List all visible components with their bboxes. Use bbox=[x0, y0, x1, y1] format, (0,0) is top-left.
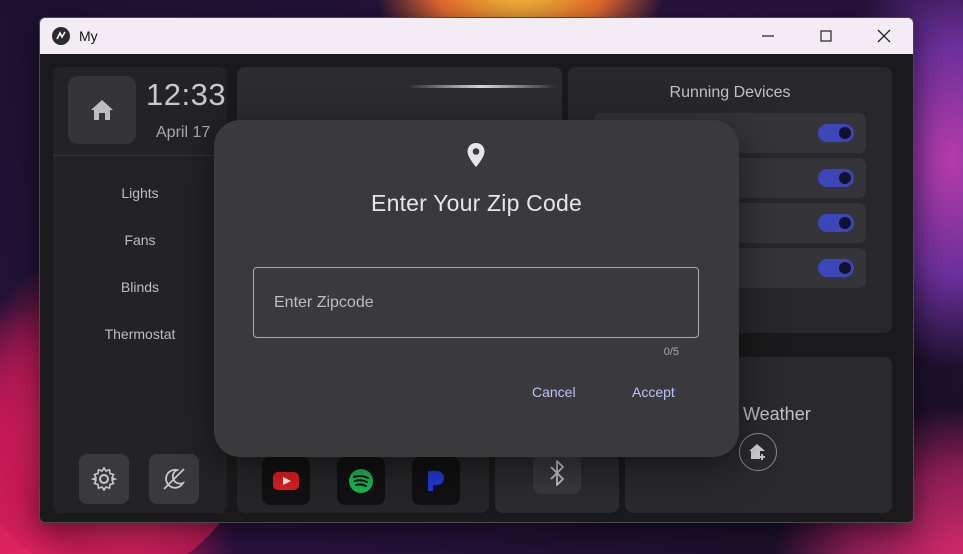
dialog-title: Enter Your Zip Code bbox=[371, 190, 582, 216]
close-icon bbox=[877, 29, 891, 43]
maximize-icon bbox=[820, 30, 832, 42]
accept-button[interactable]: Accept bbox=[632, 384, 675, 400]
zip-code-input[interactable] bbox=[253, 267, 699, 338]
window-title: My bbox=[79, 28, 98, 44]
maximize-button[interactable] bbox=[797, 18, 855, 54]
location-pin-icon bbox=[467, 143, 485, 167]
app-logo-icon bbox=[52, 27, 70, 45]
close-button[interactable] bbox=[855, 18, 913, 54]
character-counter: 0/5 bbox=[663, 346, 679, 358]
minimize-button[interactable] bbox=[739, 18, 797, 54]
cancel-button[interactable]: Cancel bbox=[532, 384, 576, 400]
minimize-icon bbox=[762, 35, 774, 37]
title-bar: My bbox=[40, 18, 913, 54]
zip-code-dialog: Enter Your Zip Code 0/5 Cancel Accept bbox=[214, 120, 739, 457]
